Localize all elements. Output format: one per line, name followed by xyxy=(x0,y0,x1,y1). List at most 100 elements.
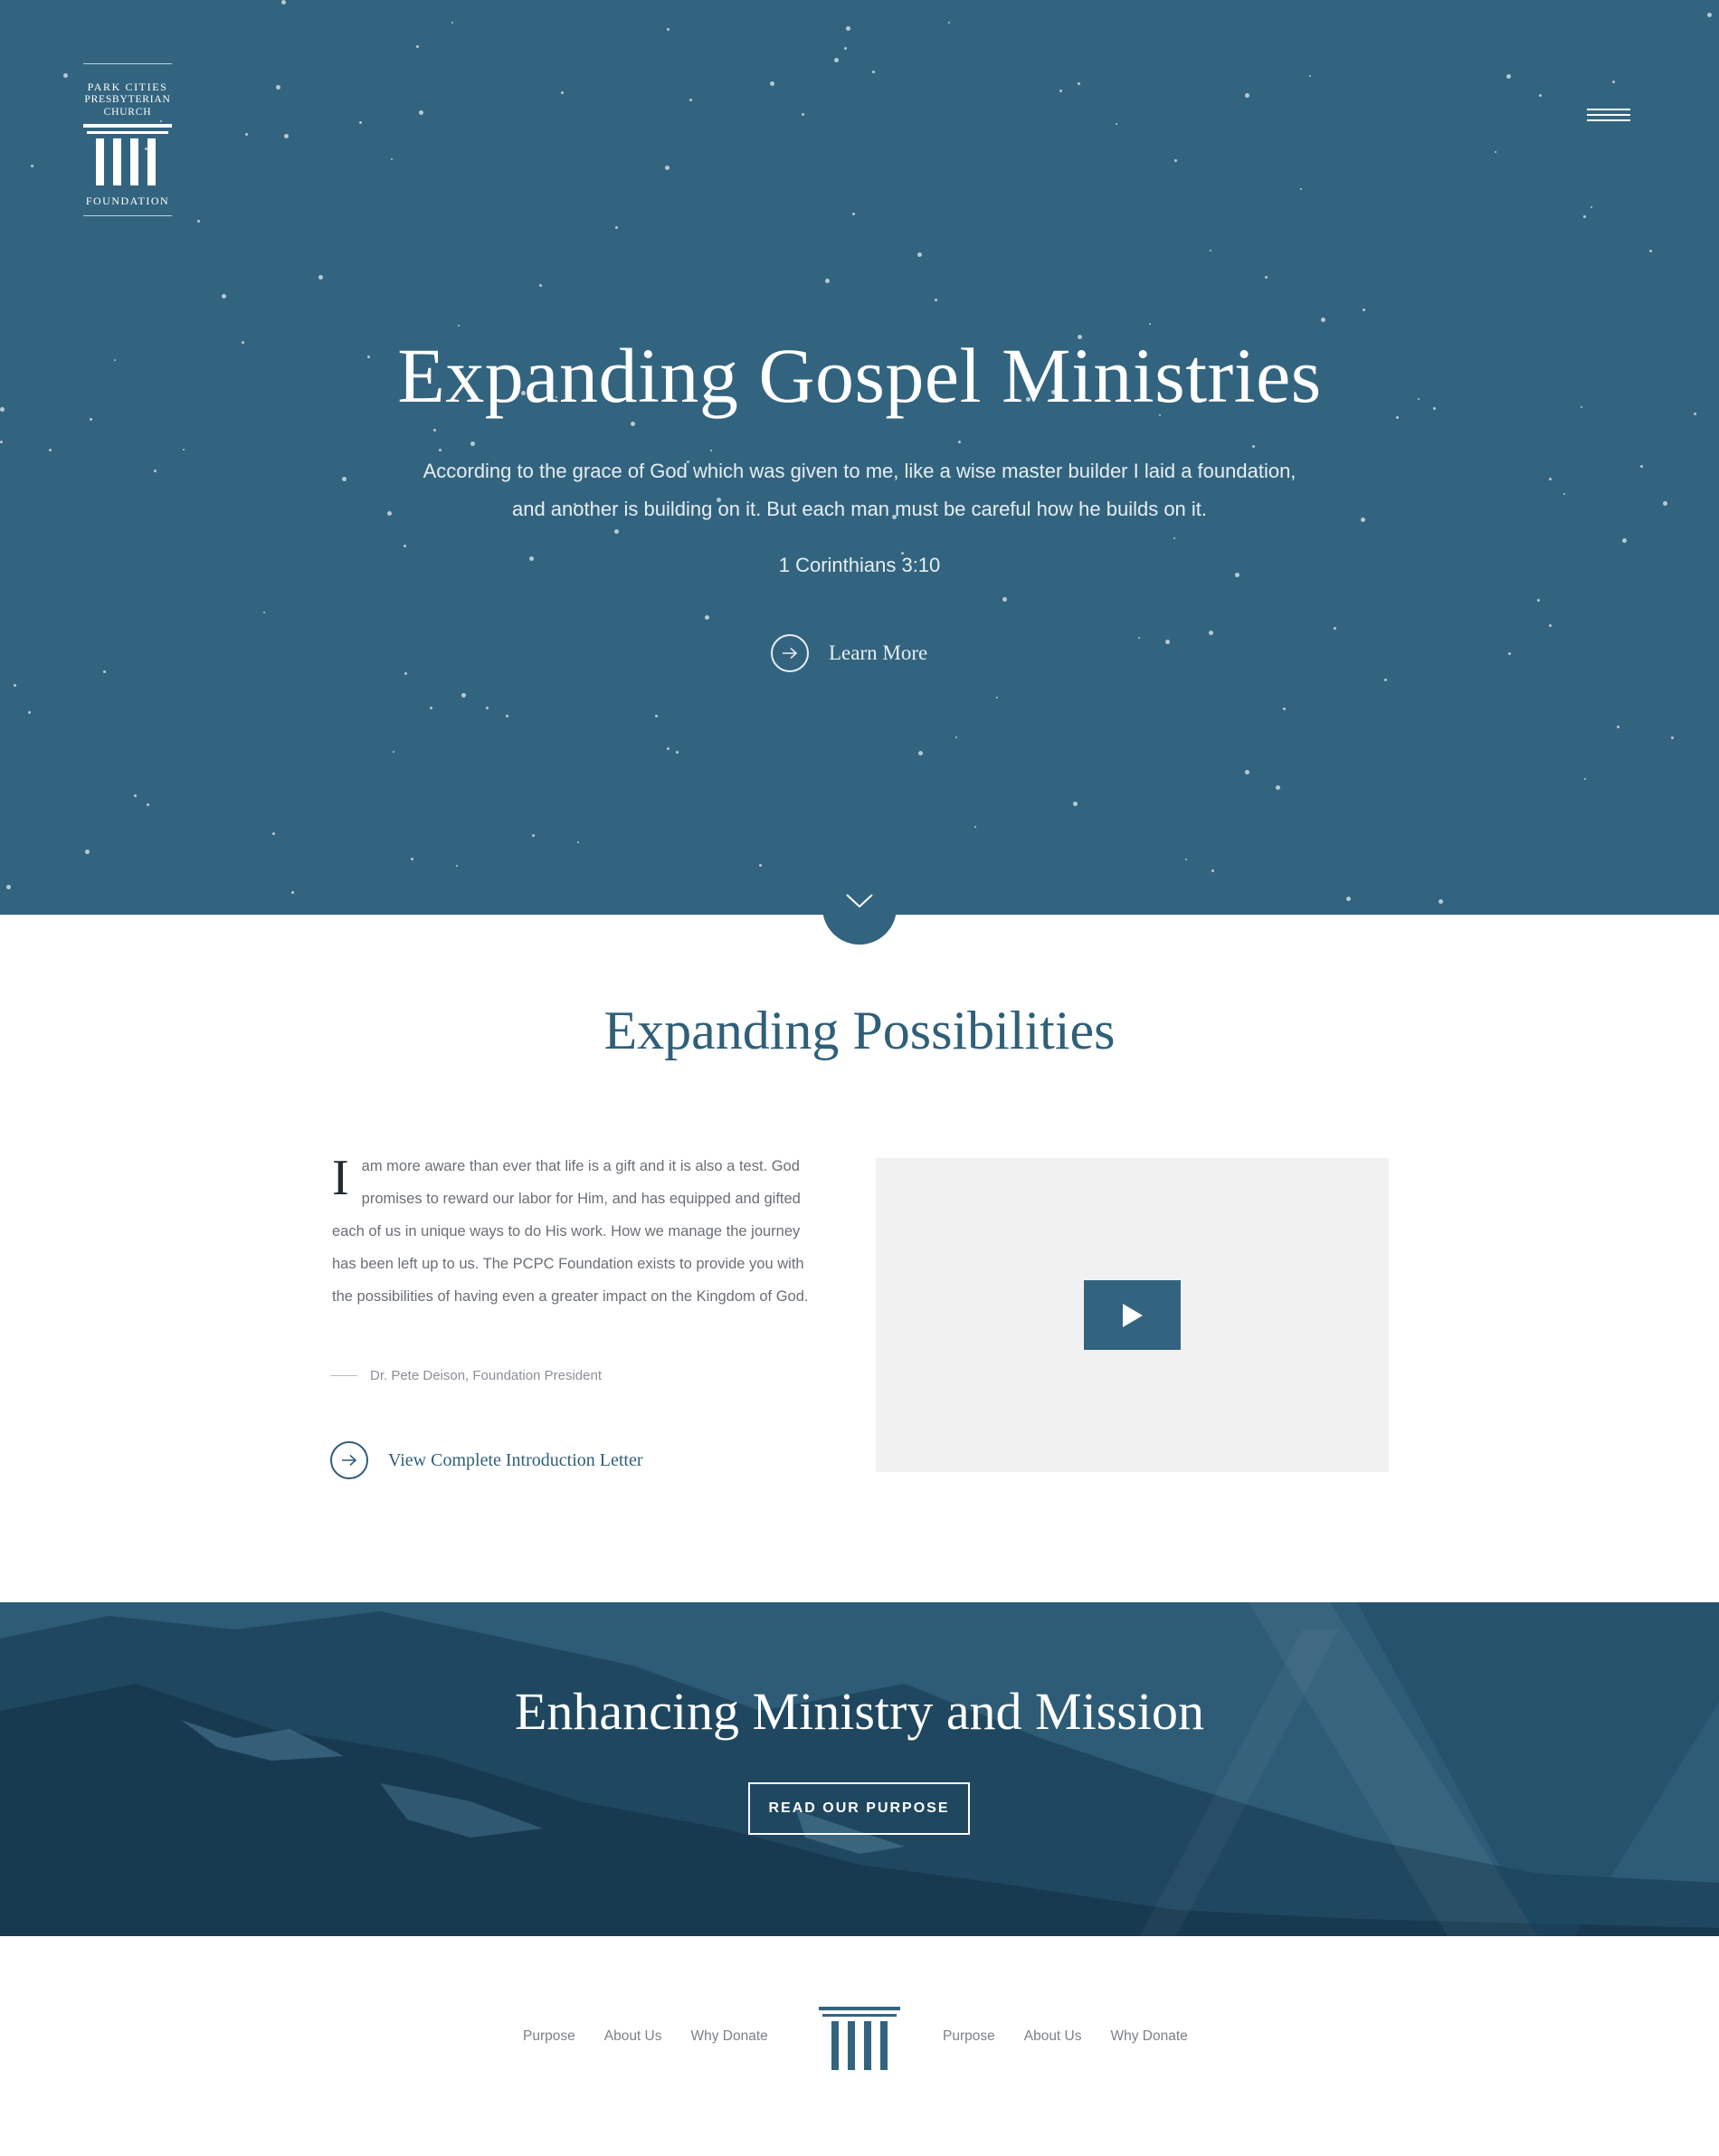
hamburger-menu-icon[interactable] xyxy=(1587,109,1630,127)
star-dot xyxy=(456,865,458,867)
star-dot xyxy=(1539,94,1542,97)
footer-link-purpose[interactable]: Purpose xyxy=(943,2028,995,2045)
read-purpose-button[interactable]: READ OUR PURPOSE xyxy=(748,1782,970,1835)
star-dot xyxy=(1622,538,1627,543)
star-dot xyxy=(918,751,923,755)
star-dot xyxy=(1583,215,1586,218)
star-dot xyxy=(1384,679,1387,681)
logo-text-line3: CHURCH xyxy=(103,107,152,118)
star-dot xyxy=(1073,802,1078,806)
star-dot xyxy=(1495,151,1496,153)
star-dot xyxy=(470,442,475,446)
scroll-down-button[interactable] xyxy=(822,870,897,945)
star-dot xyxy=(770,81,774,86)
star-dot xyxy=(63,73,68,78)
star-dot xyxy=(705,615,709,620)
star-dot xyxy=(272,832,275,835)
star-dot xyxy=(404,545,406,547)
star-dot xyxy=(1252,445,1255,448)
star-dot xyxy=(1439,899,1443,904)
star-dot xyxy=(342,477,347,481)
footer-link-about-us[interactable]: About Us xyxy=(604,2028,662,2045)
footer-link-about-us[interactable]: About Us xyxy=(1024,2028,1082,2045)
star-dot xyxy=(1276,785,1280,790)
logo-text-line4: FOUNDATION xyxy=(85,195,170,207)
star-dot xyxy=(1346,897,1351,901)
star-dot xyxy=(825,279,830,283)
logo[interactable]: PARK CITIES PRESBYTERIAN CHURCH FOUNDATI… xyxy=(83,63,172,224)
star-dot xyxy=(1059,90,1062,92)
hero-quote-line1: According to the grace of God which was … xyxy=(423,460,1296,482)
learn-more-link[interactable]: Learn More xyxy=(771,632,927,674)
footer-link-why-donate[interactable]: Why Donate xyxy=(1111,2028,1188,2045)
star-dot xyxy=(263,612,265,613)
star-dot xyxy=(532,834,535,837)
star-dot xyxy=(1663,501,1667,506)
learn-more-label: Learn More xyxy=(829,641,928,664)
star-dot xyxy=(917,252,922,257)
star-dot xyxy=(419,110,423,115)
star-dot xyxy=(0,441,3,443)
star-dot xyxy=(416,45,419,48)
page: PARK CITIES PRESBYTERIAN CHURCH FOUNDATI… xyxy=(0,0,1719,2156)
star-dot xyxy=(1300,188,1302,190)
intro-letter-body: am more aware than ever that life is a g… xyxy=(332,1158,809,1305)
star-dot xyxy=(1116,123,1117,125)
star-dot xyxy=(6,885,11,889)
dropcap: I xyxy=(332,1150,349,1206)
star-dot xyxy=(1078,82,1080,85)
star-dot xyxy=(404,672,407,675)
signature-dash xyxy=(330,1375,357,1376)
star-dot xyxy=(996,697,998,698)
star-dot xyxy=(1617,726,1619,728)
arrow-right-circle-icon xyxy=(771,634,809,672)
footer-link-purpose[interactable]: Purpose xyxy=(523,2028,575,2045)
star-dot xyxy=(1185,859,1187,860)
play-button[interactable] xyxy=(1084,1280,1181,1350)
star-dot xyxy=(1211,869,1214,872)
star-dot xyxy=(197,220,200,223)
star-dot xyxy=(655,715,658,717)
pillars-logo-icon[interactable] xyxy=(819,2007,900,2072)
mission-banner xyxy=(0,1602,1719,1936)
hero-citation: 1 Corinthians 3:10 xyxy=(778,554,941,576)
hero-title: Expanding Gospel Ministries xyxy=(397,332,1322,419)
star-dot xyxy=(615,226,618,229)
star-dot xyxy=(802,113,804,116)
star-dot xyxy=(387,511,392,516)
star-dot xyxy=(852,213,855,215)
arrow-right-circle-icon xyxy=(330,1441,368,1479)
signature: Dr. Pete Deison, Foundation President xyxy=(330,1368,602,1383)
video-player[interactable] xyxy=(876,1158,1389,1472)
footer-link-why-donate[interactable]: Why Donate xyxy=(691,2028,768,2045)
star-dot xyxy=(1549,478,1552,480)
view-letter-label: View Complete Introduction Letter xyxy=(388,1449,643,1470)
star-dot xyxy=(561,91,564,94)
star-dot xyxy=(1584,778,1586,780)
star-dot xyxy=(85,850,90,854)
star-dot xyxy=(439,449,442,451)
star-dot xyxy=(955,736,957,738)
star-dot xyxy=(291,891,294,894)
play-icon xyxy=(1122,1303,1143,1327)
star-dot xyxy=(281,0,286,5)
pillars-logo-icon xyxy=(83,124,172,185)
star-dot xyxy=(1002,597,1007,602)
star-dot xyxy=(846,26,850,31)
star-dot xyxy=(318,275,323,280)
star-dot xyxy=(1506,74,1511,79)
logo-text-line1: PARK CITIES xyxy=(87,81,168,93)
chevron-down-icon xyxy=(846,894,873,908)
view-letter-link[interactable]: View Complete Introduction Letter xyxy=(330,1441,643,1479)
star-dot xyxy=(1549,624,1552,627)
star-dot xyxy=(676,751,679,754)
hero-section: PARK CITIES PRESBYTERIAN CHURCH FOUNDATI… xyxy=(0,0,1719,915)
star-dot xyxy=(1321,318,1325,322)
star-dot xyxy=(1537,599,1540,602)
star-dot xyxy=(872,71,875,73)
star-dot xyxy=(28,711,31,714)
star-dot xyxy=(31,165,33,167)
intro-letter-text: I am more aware than ever that life is a… xyxy=(332,1150,821,1313)
star-dot xyxy=(844,47,847,50)
star-dot xyxy=(284,134,289,138)
